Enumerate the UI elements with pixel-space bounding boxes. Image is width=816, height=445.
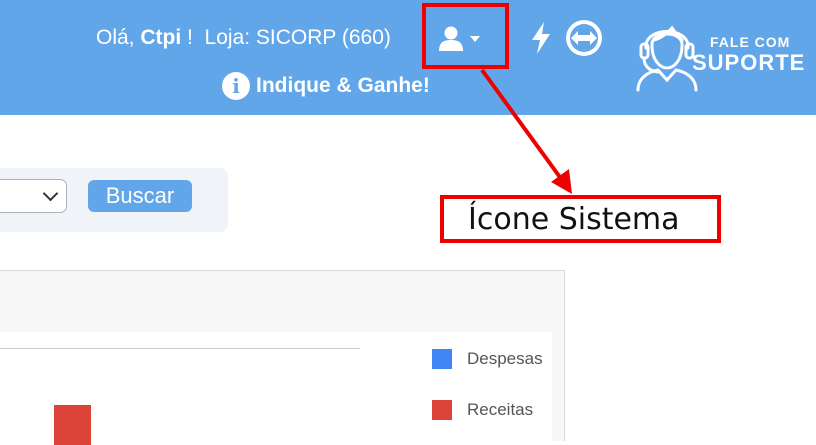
support-line2: SUPORTE (692, 50, 806, 75)
user-name: Ctpi (140, 26, 182, 49)
greeting-prefix: Olá, (96, 26, 135, 49)
annotation-highlight-box (422, 3, 509, 69)
bolt-icon[interactable] (530, 22, 552, 54)
search-button[interactable]: Buscar (88, 180, 192, 212)
annotation-callout: Ícone Sistema (440, 195, 721, 243)
chart-gridline (0, 348, 360, 349)
legend-swatch-despesas (432, 349, 452, 369)
indique-ganhe-link[interactable]: i Indique & Ganhe! (222, 72, 430, 100)
legend-despesas[interactable]: Despesas (432, 349, 543, 369)
store-label: Loja: SICORP (660) (204, 26, 391, 49)
chevron-down-icon (42, 185, 59, 202)
info-icon: i (222, 72, 250, 100)
filter-select[interactable] (0, 179, 67, 213)
support-line1: FALE COM (710, 34, 791, 50)
receitas-bar (54, 405, 91, 445)
indique-label: Indique & Ganhe! (256, 74, 430, 97)
teamviewer-icon[interactable] (564, 18, 604, 58)
legend-swatch-receitas (432, 400, 452, 420)
greeting: Olá, Ctpi ! Loja: SICORP (660) (96, 26, 391, 50)
greeting-suffix: ! (187, 26, 193, 49)
legend-label-receitas: Receitas (467, 400, 534, 419)
top-header: Olá, Ctpi ! Loja: SICORP (660) FALE COM … (0, 0, 816, 115)
support-contact-button[interactable]: FALE COM SUPORTE (632, 14, 812, 92)
legend-receitas[interactable]: Receitas (432, 400, 533, 420)
legend-label-despesas: Despesas (467, 349, 543, 368)
